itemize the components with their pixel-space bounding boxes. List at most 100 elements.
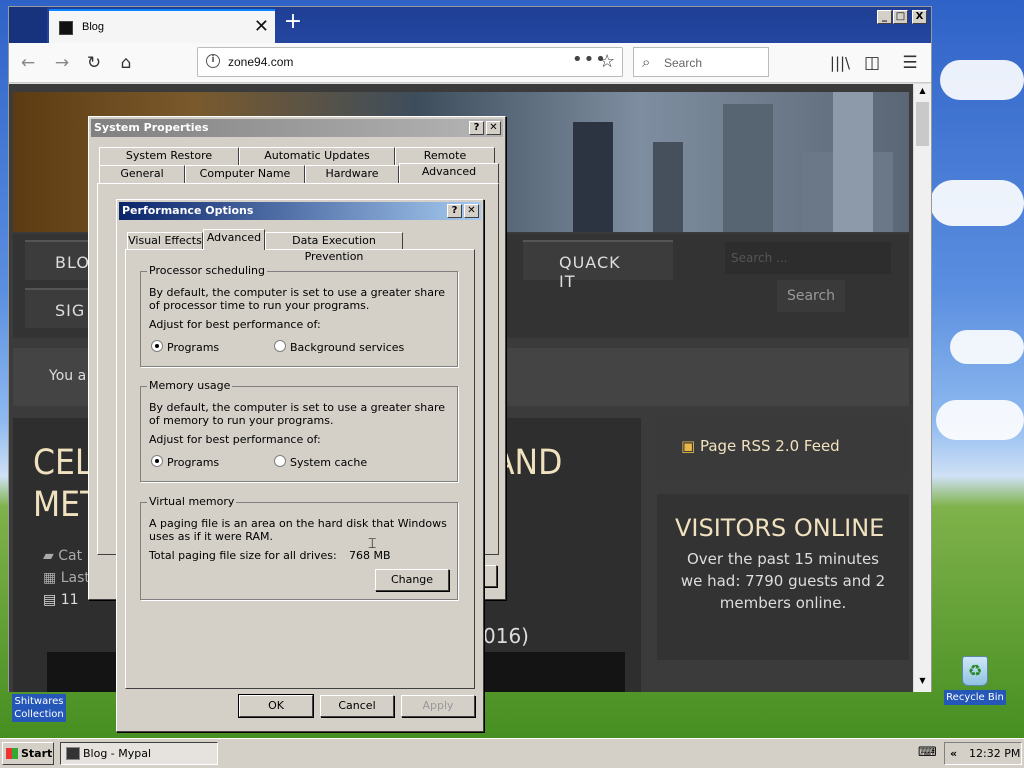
processor-scheduling-group: Processor scheduling By default, the com…: [140, 264, 458, 367]
performance-options-dialog: Performance Options ? ✕ Visual Effects A…: [116, 199, 484, 732]
system-tray: « 12:32 PM: [944, 742, 1022, 765]
tab-system-restore[interactable]: System Restore: [99, 147, 239, 165]
memory-programs-radio[interactable]: [151, 455, 163, 467]
page-scrollbar[interactable]: ▲ ▼: [913, 84, 931, 692]
cancel-button[interactable]: Cancel: [320, 695, 394, 717]
browser-icon: [66, 747, 80, 760]
change-button[interactable]: Change: [375, 569, 449, 591]
close-tab-icon[interactable]: ✕: [254, 16, 269, 37]
tab-hardware[interactable]: Hardware: [305, 165, 399, 183]
calendar-icon: ▦: [43, 570, 57, 586]
recycle-bin-icon: ♻: [962, 656, 988, 686]
back-arrow-icon[interactable]: ←: [17, 52, 39, 74]
banner-building: [723, 104, 773, 232]
taskbar-item-blog[interactable]: Blog - Mypal: [60, 742, 218, 765]
group-caption: Memory usage: [147, 379, 233, 392]
new-tab-button[interactable]: +: [281, 11, 305, 35]
search-input[interactable]: ⌕ Search: [633, 47, 769, 77]
maximize-button[interactable]: □: [893, 10, 908, 24]
processor-description: By default, the computer is set to use a…: [149, 286, 446, 312]
library-icon[interactable]: |||\: [829, 52, 851, 74]
start-button[interactable]: Start: [2, 742, 54, 765]
processor-adjust-label: Adjust for best performance of:: [149, 318, 321, 331]
search-icon: ⌕: [642, 53, 651, 71]
cloud: [930, 180, 1024, 226]
mouse-cursor-icon: ⌶: [368, 536, 377, 552]
ok-button[interactable]: OK: [238, 694, 314, 718]
bookmark-star-icon[interactable]: ☆: [599, 51, 615, 72]
comment-icon: ▤: [43, 592, 57, 608]
memory-programs-label[interactable]: Programs: [167, 456, 219, 469]
banner-building: [833, 92, 873, 232]
tab-panel: Processor scheduling By default, the com…: [125, 249, 475, 689]
home-icon[interactable]: ⌂: [115, 52, 137, 74]
nav-toolbar: ← → ↻ ⌂ i zone94.com ••• ☆ ⌕ Search |||\…: [9, 43, 931, 83]
cloud: [950, 330, 1024, 364]
processor-programs-radio[interactable]: [151, 340, 163, 352]
virtual-memory-description: A paging file is an area on the hard dis…: [149, 517, 447, 543]
tray-expand-icon[interactable]: «: [950, 743, 957, 764]
memory-usage-group: Memory usage By default, the computer is…: [140, 379, 458, 482]
menu-icon[interactable]: ☰: [899, 52, 921, 74]
group-caption: Processor scheduling: [147, 264, 268, 277]
taskbar: Start Blog - Mypal ⌨ « 12:32 PM: [0, 738, 1024, 768]
system-cache-label[interactable]: System cache: [290, 456, 367, 469]
url-bar[interactable]: i zone94.com ••• ☆: [197, 47, 623, 77]
partial-button[interactable]: [483, 565, 497, 587]
scroll-up-icon[interactable]: ▲: [915, 86, 930, 100]
tab-automatic-updates[interactable]: Automatic Updates: [239, 147, 395, 165]
site-search-button[interactable]: Search: [777, 280, 845, 312]
desktop-icon-shitwares[interactable]: Shitwares Collection: [8, 694, 70, 722]
tab-strip-left: [9, 7, 47, 43]
tab-strip: Blog ✕ + _ □ X: [9, 7, 931, 43]
memory-description: By default, the computer is set to use a…: [149, 401, 446, 427]
rss-link[interactable]: ▣ Page RSS 2.0 Feed: [657, 418, 909, 478]
performance-options-title: Performance Options ? ✕: [119, 202, 481, 220]
system-properties-title: System Properties ? ✕: [91, 119, 503, 137]
banner-building: [653, 142, 683, 232]
cloud: [940, 60, 1024, 100]
site-search-input[interactable]: Search ...: [725, 242, 891, 274]
tab-computer-name[interactable]: Computer Name: [185, 165, 305, 183]
tab-blog[interactable]: Blog ✕: [49, 9, 275, 43]
forward-arrow-icon[interactable]: →: [51, 52, 73, 74]
tab-data-execution-prevention[interactable]: Data Execution Prevention: [265, 232, 403, 263]
scroll-down-icon[interactable]: ▼: [915, 676, 930, 690]
minimize-button[interactable]: _: [877, 10, 892, 24]
meta-last-updated: ▦ Last: [43, 570, 90, 586]
system-cache-radio[interactable]: [274, 455, 286, 467]
background-services-radio[interactable]: [274, 340, 286, 352]
scroll-thumb[interactable]: [916, 102, 929, 146]
visitors-text: Over the past 15 minutes we had: 7790 gu…: [680, 550, 886, 612]
sidebar-icon[interactable]: ◫: [861, 52, 883, 74]
close-button[interactable]: ✕: [486, 121, 501, 135]
clock: 12:32 PM: [969, 747, 1021, 760]
tab-visual-effects[interactable]: Visual Effects: [127, 232, 203, 250]
tab-advanced[interactable]: Advanced: [203, 229, 265, 250]
help-button[interactable]: ?: [447, 204, 462, 218]
banner-building: [573, 122, 613, 232]
url-text: zone94.com: [228, 55, 294, 69]
meta-category: ▰ Cat: [43, 548, 83, 564]
close-button[interactable]: ✕: [464, 204, 479, 218]
desktop-icon-recycle-bin[interactable]: ♻ Recycle Bin: [944, 656, 1006, 705]
paging-file-label: Total paging file size for all drives:: [149, 549, 337, 562]
processor-programs-label[interactable]: Programs: [167, 341, 219, 354]
folder-icon: ▰: [43, 548, 54, 564]
apply-button[interactable]: Apply: [401, 695, 475, 717]
tab-general[interactable]: General: [99, 165, 185, 183]
group-caption: Virtual memory: [147, 495, 237, 508]
tab-advanced[interactable]: Advanced: [399, 163, 499, 184]
menu-item-quack-it[interactable]: QUACK IT: [523, 240, 673, 291]
meta-comments: ▤ 11: [43, 592, 79, 608]
help-button[interactable]: ?: [469, 121, 484, 135]
rss-icon: ▣: [681, 437, 696, 455]
reload-icon[interactable]: ↻: [83, 52, 105, 74]
tab-title: Blog: [82, 21, 105, 33]
close-window-button[interactable]: X: [912, 10, 927, 24]
cloud: [936, 400, 1024, 440]
info-icon[interactable]: i: [206, 54, 220, 68]
windows-logo-icon: [6, 748, 18, 759]
keyboard-icon[interactable]: ⌨: [918, 745, 938, 761]
background-services-label[interactable]: Background services: [290, 341, 404, 354]
